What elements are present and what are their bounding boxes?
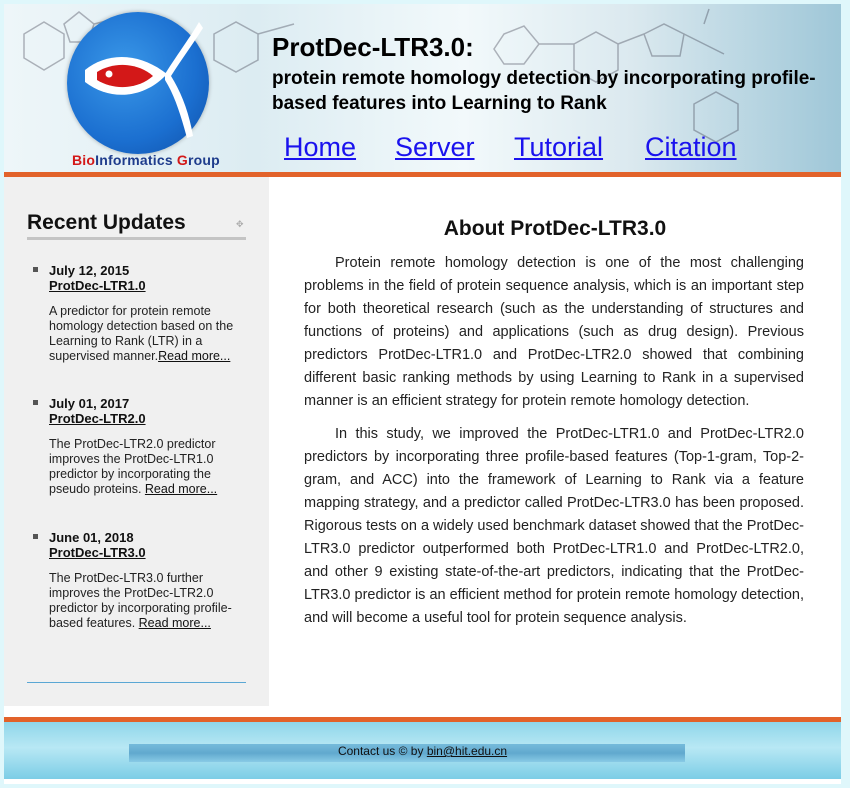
update-date: June 01, 2018: [49, 530, 134, 545]
update-link[interactable]: ProtDec-LTR2.0: [49, 411, 234, 426]
about-paragraph: Protein remote homology detection is one…: [304, 255, 804, 409]
nav-server-link[interactable]: Server: [395, 132, 475, 163]
bullet-icon: [33, 267, 38, 272]
sidebar-title-underline: [27, 237, 246, 240]
logo-text: BioInformatics Group: [72, 152, 220, 168]
read-more-link[interactable]: Read more...: [158, 349, 230, 363]
nav-tutorial-link[interactable]: Tutorial: [514, 132, 603, 163]
read-more-link[interactable]: Read more...: [145, 482, 217, 496]
update-description: The ProtDec-LTR3.0 further improves the …: [49, 571, 232, 630]
site-title: ProtDec-LTR3.0:: [272, 32, 474, 62]
about-title: About ProtDec-LTR3.0: [443, 217, 667, 240]
about-content: Protein remote homology detection is one…: [304, 252, 804, 630]
bullet-icon: [33, 400, 38, 405]
sidebar-bottom-rule: [27, 682, 246, 683]
update-date: July 01, 2017: [49, 396, 130, 411]
expand-icon[interactable]: ✥: [236, 220, 245, 229]
update-link[interactable]: ProtDec-LTR1.0: [49, 278, 234, 293]
read-more-link[interactable]: Read more...: [139, 616, 211, 630]
footer: Contact us © by bin@hit.edu.cn: [4, 722, 841, 779]
update-item: June 01, 2018 ProtDec-LTR3.0 The ProtDec…: [33, 530, 234, 631]
fish-logo-icon: [85, 22, 203, 138]
contact-email-link[interactable]: bin@hit.edu.cn: [427, 744, 507, 758]
footer-text: Contact us © by bin@hit.edu.cn: [337, 744, 508, 758]
update-description: A predictor for protein remote homology …: [49, 304, 234, 363]
bullet-icon: [33, 534, 38, 539]
update-date: July 12, 2015: [49, 263, 130, 278]
update-item: July 01, 2017 ProtDec-LTR2.0 The ProtDec…: [33, 396, 234, 497]
nav-home-link[interactable]: Home: [284, 132, 356, 163]
sidebar: Recent Updates ✥ July 12, 2015 ProtDec-L…: [4, 177, 269, 706]
sidebar-title: Recent Updates: [27, 211, 186, 234]
about-paragraph: In this study, we improved the ProtDec-L…: [304, 426, 804, 626]
update-item: July 12, 2015 ProtDec-LTR1.0 A predictor…: [33, 263, 234, 364]
update-description: The ProtDec-LTR2.0 predictor improves th…: [49, 437, 218, 496]
site-subtitle: protein remote homology detection by inc…: [272, 68, 816, 114]
logo-icon: [67, 12, 209, 154]
update-link[interactable]: ProtDec-LTR3.0: [49, 545, 234, 560]
nav-citation-link[interactable]: Citation: [645, 132, 737, 163]
